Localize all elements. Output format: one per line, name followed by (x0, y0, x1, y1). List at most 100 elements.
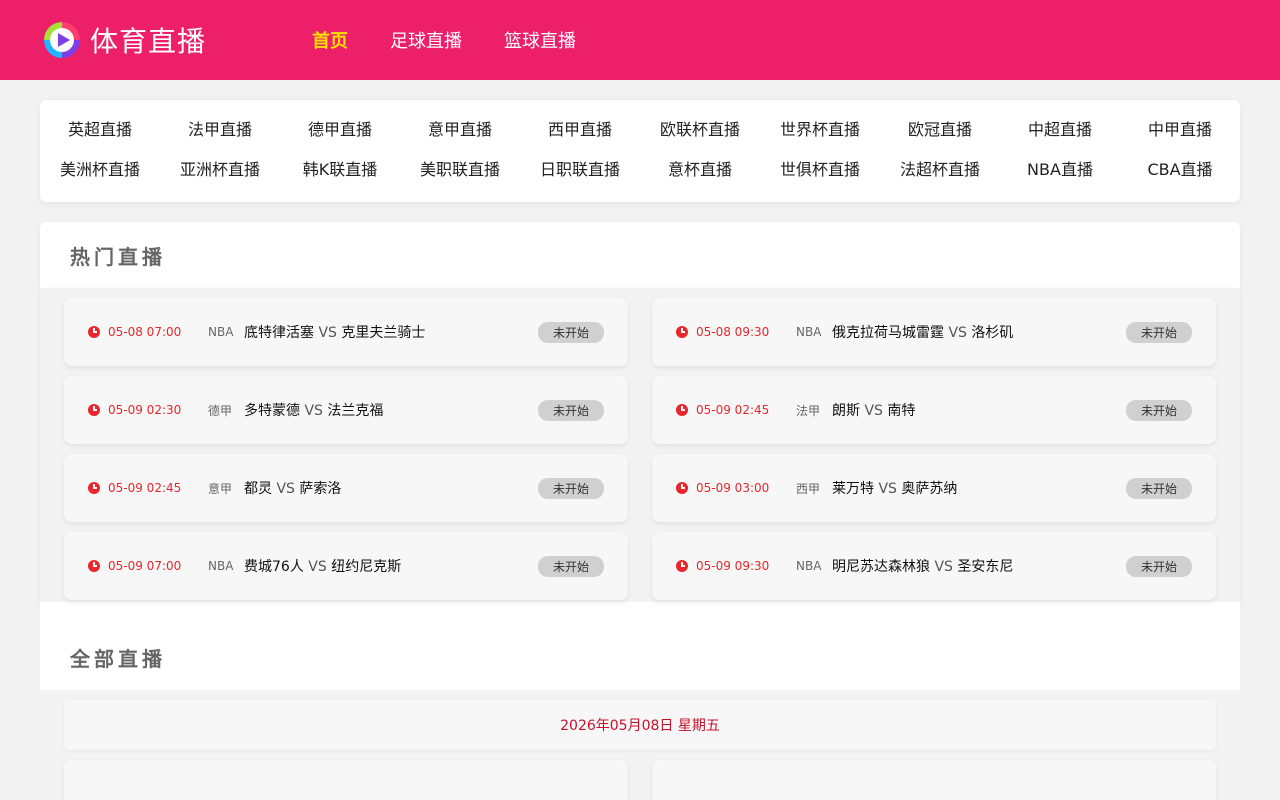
match-teams: 都灵 VS 萨索洛 (244, 478, 538, 498)
status-badge: 未开始 (537, 477, 604, 499)
nav-football[interactable]: 足球直播 (390, 27, 462, 53)
league-link[interactable]: 意甲直播 (400, 118, 520, 142)
home-team: 多特蒙德 (244, 403, 300, 419)
clock-icon (676, 404, 688, 416)
nav-home[interactable]: 首页 (312, 27, 348, 53)
league-link[interactable]: 欧冠直播 (880, 118, 1000, 142)
match-league: 意甲 (208, 481, 233, 496)
away-team: 洛杉矶 (971, 325, 1014, 341)
league-link[interactable]: 世界杯直播 (760, 118, 880, 142)
all-matches: 2026年05月08日 星期五 (40, 690, 1240, 800)
league-link[interactable]: 美职联直播 (400, 158, 520, 182)
league-link[interactable]: 韩K联直播 (280, 158, 400, 182)
match-card[interactable]: 05-08 07:00 NBA 底特律活塞 VS 克里夫兰骑士 未开始 (64, 298, 628, 366)
nav-basketball[interactable]: 篮球直播 (504, 27, 576, 53)
clock-icon (88, 326, 100, 338)
match-card[interactable]: 05-09 09:30 NBA 明尼苏达森林狼 VS 圣安东尼 未开始 (652, 532, 1216, 600)
match-time: 05-08 09:30 (696, 325, 770, 339)
vs-label: VS (308, 559, 327, 575)
clock-icon (88, 404, 100, 416)
match-teams: 俄克拉荷马城雷霆 VS 洛杉矶 (832, 322, 1126, 342)
all-section-header: 全部直播 (40, 602, 1240, 690)
home-team: 都灵 (244, 481, 272, 497)
league-row-2: 美洲杯直播 亚洲杯直播 韩K联直播 美职联直播 日职联直播 意杯直播 世俱杯直播… (40, 158, 1240, 182)
logo[interactable]: 体育直播 (42, 20, 312, 60)
match-card[interactable]: 05-09 07:00 NBA 费城76人 VS 纽约尼克斯 未开始 (64, 532, 628, 600)
vs-label: VS (276, 481, 295, 497)
hot-match-grid: 05-08 07:00 NBA 底特律活塞 VS 克里夫兰骑士 未开始 05-0… (64, 298, 1216, 600)
away-team: 克里夫兰骑士 (341, 325, 426, 341)
league-link[interactable]: 中甲直播 (1120, 118, 1240, 142)
play-logo-icon (44, 22, 80, 58)
match-teams: 明尼苏达森林狼 VS 圣安东尼 (832, 556, 1126, 576)
league-link[interactable]: 法超杯直播 (880, 158, 1000, 182)
home-team: 底特律活塞 (244, 325, 314, 341)
home-team: 朗斯 (832, 403, 860, 419)
league-links: 英超直播 法甲直播 德甲直播 意甲直播 西甲直播 欧联杯直播 世界杯直播 欧冠直… (40, 100, 1240, 202)
league-link[interactable]: 亚洲杯直播 (160, 158, 280, 182)
league-row-1: 英超直播 法甲直播 德甲直播 意甲直播 西甲直播 欧联杯直播 世界杯直播 欧冠直… (40, 118, 1240, 142)
vs-label: VS (304, 403, 323, 419)
match-league: NBA (208, 325, 234, 339)
match-teams: 莱万特 VS 奥萨苏纳 (832, 478, 1126, 498)
match-time: 05-09 02:45 (696, 403, 770, 417)
league-link[interactable]: 德甲直播 (280, 118, 400, 142)
league-link[interactable]: 西甲直播 (520, 118, 640, 142)
site-title: 体育直播 (90, 25, 207, 58)
away-team: 萨索洛 (299, 481, 342, 497)
league-link[interactable]: 英超直播 (40, 118, 160, 142)
match-time: 05-09 02:30 (108, 403, 182, 417)
match-card[interactable]: 05-09 02:45 法甲 朗斯 VS 南特 未开始 (652, 376, 1216, 444)
status-badge: 未开始 (1125, 321, 1192, 343)
league-link[interactable]: 中超直播 (1000, 118, 1120, 142)
away-team: 纽约尼克斯 (331, 559, 402, 575)
match-card[interactable]: 05-09 02:30 德甲 多特蒙德 VS 法兰克福 未开始 (64, 376, 628, 444)
home-team: 费城76人 (244, 559, 304, 575)
match-time: 05-09 02:45 (108, 481, 182, 495)
match-card[interactable]: 05-09 02:45 意甲 都灵 VS 萨索洛 未开始 (64, 454, 628, 522)
status-badge: 未开始 (1125, 399, 1192, 421)
league-link[interactable]: 欧联杯直播 (640, 118, 760, 142)
league-link[interactable]: 日职联直播 (520, 158, 640, 182)
away-team: 奥萨苏纳 (901, 481, 958, 497)
home-team: 明尼苏达森林狼 (832, 559, 930, 575)
league-link[interactable]: 意杯直播 (640, 158, 760, 182)
league-link[interactable]: NBA直播 (1000, 158, 1120, 182)
match-card[interactable]: 05-09 03:00 西甲 莱万特 VS 奥萨苏纳 未开始 (652, 454, 1216, 522)
vs-label: VS (948, 325, 967, 341)
match-card[interactable] (64, 760, 628, 800)
site-header: 体育直播 首页 足球直播 篮球直播 (0, 0, 1280, 80)
clock-icon (676, 326, 688, 338)
vs-label: VS (878, 481, 897, 497)
hot-section-header: 热门直播 (40, 222, 1240, 288)
match-league: 西甲 (796, 481, 821, 496)
match-card[interactable] (652, 760, 1216, 800)
status-badge: 未开始 (537, 399, 604, 421)
vs-label: VS (318, 325, 337, 341)
match-time: 05-09 09:30 (696, 559, 770, 573)
match-time: 05-09 03:00 (696, 481, 770, 495)
match-teams: 费城76人 VS 纽约尼克斯 (244, 556, 538, 576)
league-link[interactable]: CBA直播 (1120, 158, 1240, 182)
match-time: 05-09 07:00 (108, 559, 182, 573)
home-team: 莱万特 (832, 481, 874, 497)
all-section-title: 全部直播 (70, 646, 166, 671)
vs-label: VS (864, 403, 883, 419)
status-badge: 未开始 (537, 555, 604, 577)
league-link[interactable]: 美洲杯直播 (40, 158, 160, 182)
clock-icon (676, 482, 688, 494)
away-team: 南特 (887, 403, 916, 419)
match-teams: 多特蒙德 VS 法兰克福 (244, 400, 538, 420)
league-link[interactable]: 法甲直播 (160, 118, 280, 142)
all-match-grid (64, 760, 1216, 800)
main-nav: 首页 足球直播 篮球直播 (312, 27, 576, 53)
clock-icon (88, 560, 100, 572)
match-card[interactable]: 05-08 09:30 NBA 俄克拉荷马城雷霆 VS 洛杉矶 未开始 (652, 298, 1216, 366)
vs-label: VS (934, 559, 953, 575)
match-time: 05-08 07:00 (108, 325, 182, 339)
match-league: 法甲 (796, 403, 821, 418)
all-section: 全部直播 2026年05月08日 星期五 (40, 602, 1240, 800)
match-league: NBA (796, 325, 822, 339)
match-teams: 底特律活塞 VS 克里夫兰骑士 (244, 322, 538, 342)
league-link[interactable]: 世俱杯直播 (760, 158, 880, 182)
